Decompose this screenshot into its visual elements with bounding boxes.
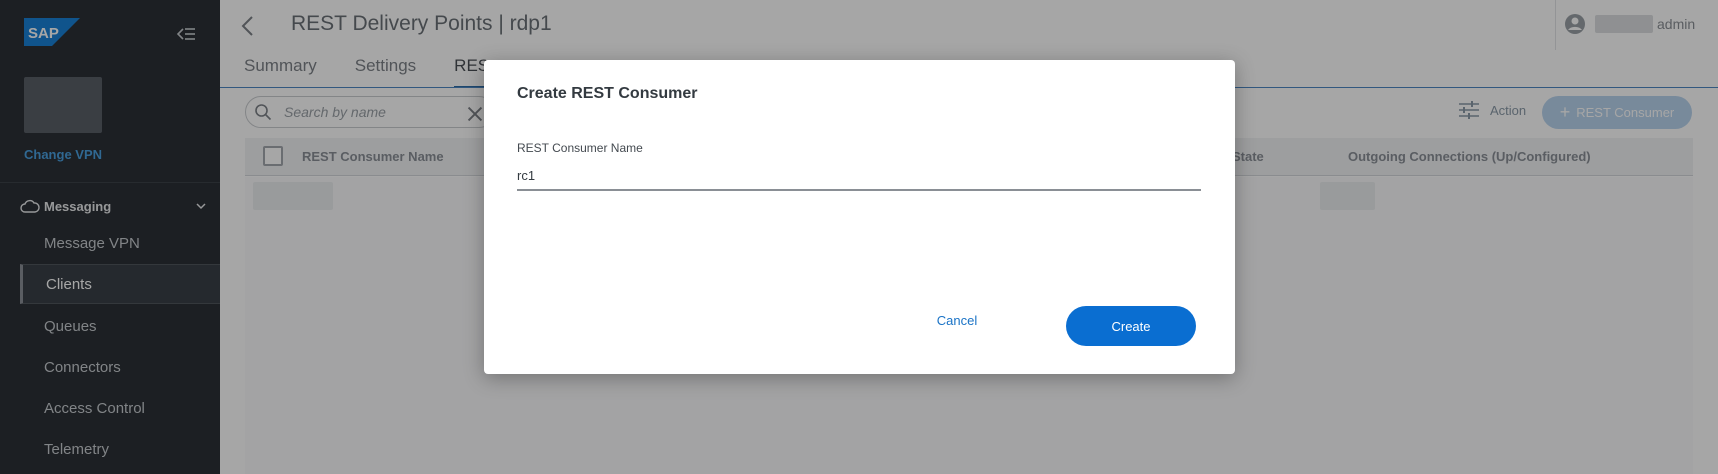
consumer-name-input[interactable] [517, 161, 1201, 191]
consumer-name-label: REST Consumer Name [517, 141, 643, 155]
dialog-title: Create REST Consumer [517, 85, 698, 102]
create-rest-consumer-dialog: Create REST Consumer REST Consumer Name … [484, 60, 1235, 374]
cancel-button[interactable]: Cancel [907, 307, 1007, 333]
create-button[interactable]: Create [1066, 306, 1196, 346]
